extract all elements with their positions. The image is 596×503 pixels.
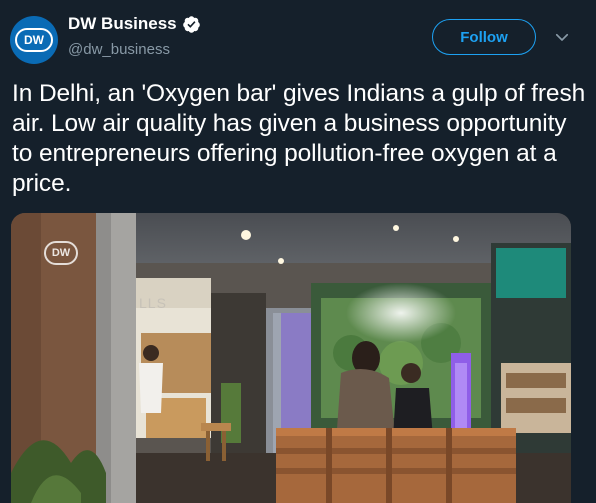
follow-button[interactable]: Follow bbox=[432, 19, 536, 55]
dw-watermark-icon: DW bbox=[44, 241, 78, 265]
watermark-text: DW bbox=[51, 247, 71, 259]
video-thumbnail[interactable]: DW LLS bbox=[11, 213, 571, 503]
user-name-row: DW Business bbox=[68, 14, 201, 34]
tweet-card: DW DW Business @dw_business Follow In De… bbox=[0, 0, 596, 503]
verified-badge-icon bbox=[182, 15, 200, 33]
tweet-text: In Delhi, an 'Oxygen bar' gives Indians … bbox=[12, 80, 586, 197]
chevron-down-icon[interactable] bbox=[553, 28, 571, 46]
user-handle[interactable]: @dw_business bbox=[68, 41, 170, 58]
video-frame-image bbox=[11, 213, 571, 503]
store-sign-text: LLS bbox=[139, 295, 167, 311]
avatar-logo-text: DW bbox=[24, 33, 44, 47]
user-name[interactable]: DW Business bbox=[68, 14, 177, 34]
avatar[interactable]: DW bbox=[10, 16, 58, 64]
dw-logo-icon: DW bbox=[15, 28, 53, 52]
